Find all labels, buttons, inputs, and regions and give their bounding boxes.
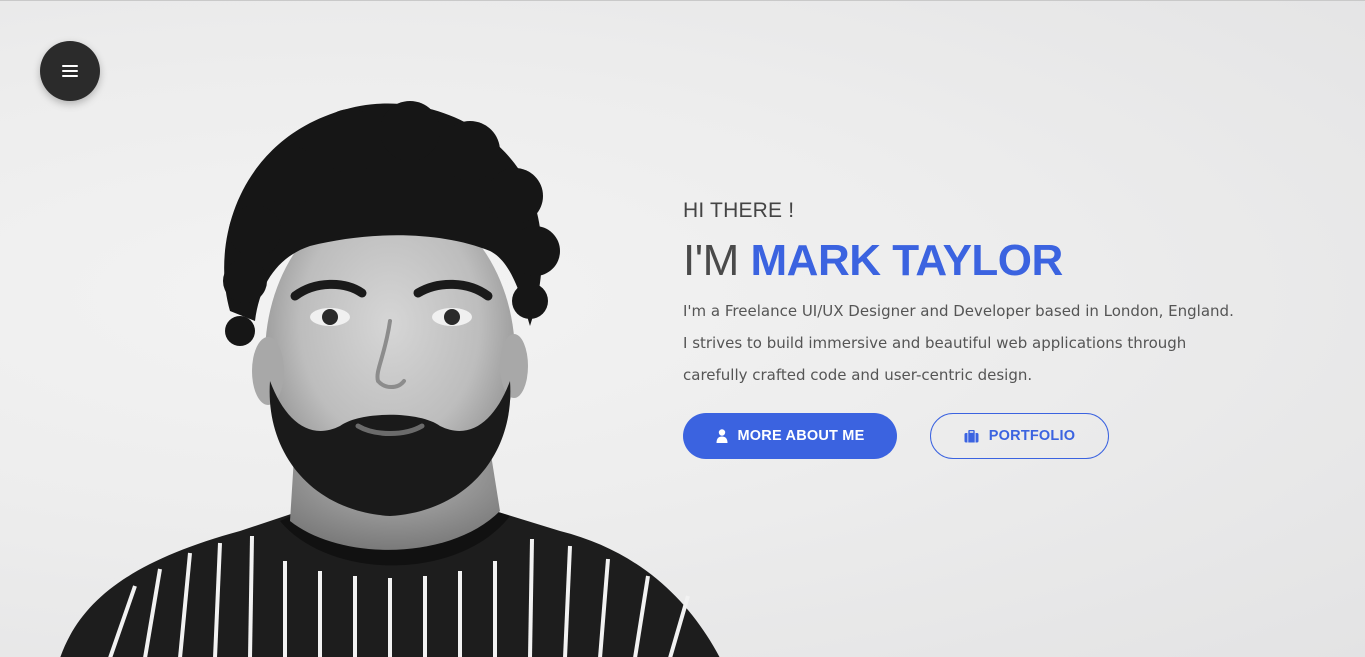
- user-icon: [716, 429, 728, 443]
- headline-prefix: I'M: [683, 236, 751, 285]
- bio-line: I strives to build immersive and beautif…: [683, 334, 1187, 352]
- bio-line: I'm a Freelance UI/UX Designer and Devel…: [683, 302, 1234, 320]
- hero-headline: I'M MARK TAYLOR: [683, 235, 1303, 287]
- portfolio-button[interactable]: PORTFOLIO: [930, 413, 1109, 459]
- portfolio-label: PORTFOLIO: [988, 428, 1076, 444]
- hero-page: HI THERE ! I'M MARK TAYLOR I'm a Freelan…: [0, 0, 1365, 657]
- more-about-me-label: MORE ABOUT ME: [737, 428, 865, 444]
- hero-bio: I'm a Freelance UI/UX Designer and Devel…: [683, 295, 1243, 391]
- portrait-photo: [60, 101, 720, 657]
- more-about-me-button[interactable]: MORE ABOUT ME: [683, 413, 897, 459]
- hero-content: HI THERE ! I'M MARK TAYLOR I'm a Freelan…: [683, 197, 1303, 459]
- hero-buttons: MORE ABOUT ME PORTFOLIO: [683, 413, 1303, 459]
- greeting-text: HI THERE !: [683, 199, 795, 222]
- hamburger-menu-icon: [62, 65, 78, 77]
- hero-name: MARK TAYLOR: [750, 236, 1064, 285]
- bio-line: carefully crafted code and user-centric …: [683, 366, 1033, 384]
- briefcase-icon: [964, 429, 979, 443]
